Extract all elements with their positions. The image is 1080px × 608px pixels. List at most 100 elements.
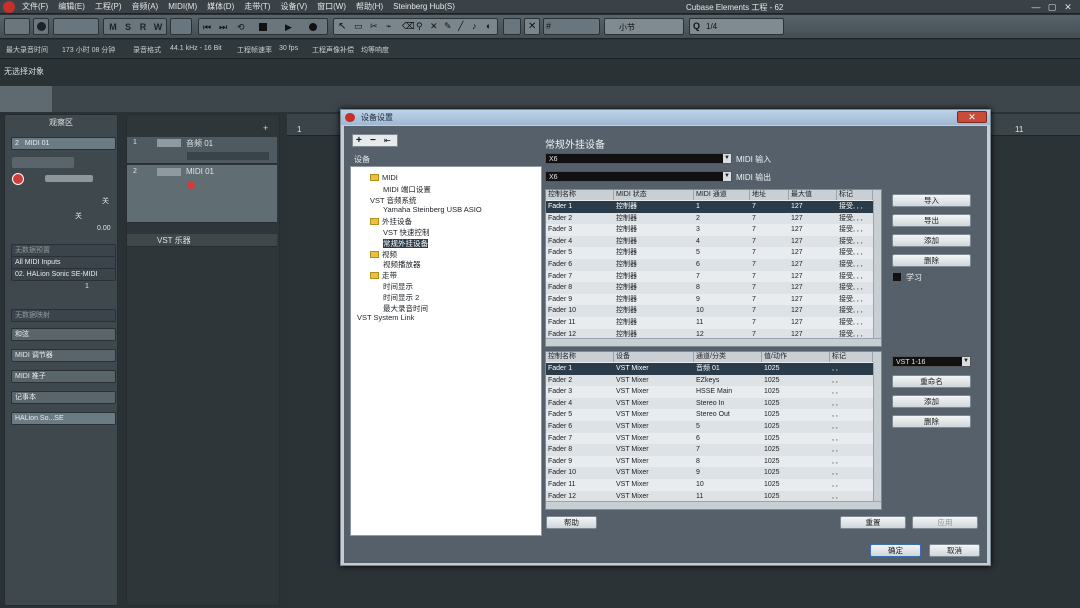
tree-item[interactable]: 走带: [370, 270, 397, 281]
learn-checkbox[interactable]: [893, 273, 901, 281]
menu-item[interactable]: 设备(V): [275, 0, 312, 14]
tree-item[interactable]: VST 快速控制: [383, 227, 430, 238]
mute-button[interactable]: M: [107, 19, 119, 36]
table-row[interactable]: Fader 7 VST Mixer 6 1025 , ,: [546, 433, 881, 445]
table-row[interactable]: Fader 3 VST Mixer HSSE Main 1025 , ,: [546, 386, 881, 398]
inspector-section[interactable]: 记事本: [11, 391, 116, 404]
export-button[interactable]: 导出: [892, 214, 971, 227]
automation-mode-button[interactable]: [170, 18, 192, 35]
table-row[interactable]: Fader 8 控制器 8 7 127 接受, , ,: [546, 282, 881, 294]
table-row[interactable]: Fader 9 控制器 9 7 127 接受, , ,: [546, 294, 881, 306]
max-record-time-value[interactable]: 173 小时 08 分钟: [62, 45, 115, 55]
midi-channel[interactable]: 1: [85, 283, 89, 290]
tree-item[interactable]: 时间显示: [383, 281, 413, 292]
track-name[interactable]: 音频 01: [186, 138, 213, 149]
table-row[interactable]: Fader 2 控制器 2 7 127 接受, , ,: [546, 212, 881, 225]
column-header[interactable]: 最大值: [789, 190, 837, 200]
inspector-section[interactable]: MIDI 推子: [11, 370, 116, 383]
column-header[interactable]: 控制名称: [546, 190, 614, 200]
cubase-logo-icon[interactable]: [3, 1, 15, 13]
table-row[interactable]: Fader 2 VST Mixer EZkeys 1025 , ,: [546, 374, 881, 387]
column-header[interactable]: MIDI 通道: [694, 190, 750, 200]
object-selection-icon[interactable]: ↖: [338, 21, 346, 32]
mute-tool-icon[interactable]: ✕: [430, 21, 438, 32]
table-row[interactable]: Fader 1 VST Mixer 音频 01 1025 , ,: [546, 363, 881, 375]
horizontal-scrollbar[interactable]: [546, 338, 881, 346]
ok-button[interactable]: 确定: [870, 544, 921, 557]
add-device-button[interactable]: +: [356, 135, 362, 146]
column-header[interactable]: 控制名称: [546, 352, 614, 362]
tree-item[interactable]: 视频播放器: [383, 259, 421, 270]
import-button[interactable]: 导入: [892, 194, 971, 207]
stop-icon[interactable]: [259, 23, 267, 31]
record-enable-icon[interactable]: [187, 181, 195, 189]
mute-solo-buttons[interactable]: [157, 139, 181, 147]
reset-button[interactable]: 重置: [840, 516, 906, 529]
forward-end-icon[interactable]: ⏭: [219, 22, 227, 33]
view-toggles[interactable]: [53, 18, 99, 35]
table-row[interactable]: Fader 4 控制器 4 7 127 接受, , ,: [546, 235, 881, 248]
menu-item[interactable]: 编辑(E): [53, 0, 90, 14]
play-tool-icon[interactable]: ♪: [472, 21, 477, 31]
inspector-section[interactable]: MIDI 调节器: [11, 349, 116, 362]
track-name[interactable]: MIDI 01: [186, 167, 214, 176]
delete-button[interactable]: 删除: [892, 254, 971, 267]
snap-type-select[interactable]: #: [543, 18, 600, 35]
column-header[interactable]: 值/动作: [762, 352, 830, 362]
rewind-start-icon[interactable]: ⏮: [203, 22, 211, 33]
value-readout[interactable]: 0.00: [97, 225, 111, 232]
folder-track-vst[interactable]: VST 乐器: [127, 234, 277, 247]
record-icon[interactable]: [309, 23, 317, 31]
menu-item[interactable]: 媒体(D): [202, 0, 239, 14]
remove-device-button[interactable]: −: [370, 135, 376, 146]
column-header[interactable]: 地址: [750, 190, 789, 200]
tree-item[interactable]: VST 音频系统: [370, 195, 417, 206]
erase-icon[interactable]: ⌫: [402, 21, 415, 32]
table-row[interactable]: Fader 11 VST Mixer 10 1025 , ,: [546, 479, 881, 491]
dialog-title-bar[interactable]: 设备设置 ✕: [341, 110, 990, 125]
instrument-row[interactable]: HALion So...SE: [11, 412, 116, 425]
midi-output-select[interactable]: 02. HALion Sonic SE-MIDI: [11, 268, 116, 281]
tree-item[interactable]: MIDI: [370, 173, 398, 182]
line-icon[interactable]: ╱: [458, 21, 463, 32]
table-row[interactable]: Fader 1 控制器 1 7 127 接受, , ,: [546, 201, 881, 213]
solo-button[interactable]: S: [122, 19, 134, 36]
column-header[interactable]: MIDI 状态: [614, 190, 694, 200]
table-row[interactable]: Fader 11 控制器 11 7 127 接受, , ,: [546, 317, 881, 329]
tree-item[interactable]: 视频: [370, 249, 397, 260]
table-row[interactable]: Fader 5 VST Mixer Stereo Out 1025 , ,: [546, 409, 881, 421]
help-button[interactable]: 帮助: [546, 516, 597, 529]
column-header[interactable]: 标记: [830, 352, 873, 362]
mute-solo-buttons[interactable]: [157, 168, 181, 176]
color-icon[interactable]: ◐: [486, 21, 491, 31]
cancel-button[interactable]: 取消: [929, 544, 980, 557]
pan-law-value[interactable]: 均等响度: [361, 45, 389, 55]
table-row[interactable]: Fader 9 VST Mixer 8 1025 , ,: [546, 456, 881, 468]
dialog-close-button[interactable]: ✕: [957, 111, 987, 123]
tree-item[interactable]: Yamaha Steinberg USB ASIO: [383, 205, 482, 214]
track-name-row[interactable]: 2 MIDI 01: [11, 137, 116, 150]
menu-item[interactable]: 文件(F): [17, 0, 53, 14]
table-row[interactable]: Fader 10 控制器 10 7 127 接受, , ,: [546, 305, 881, 317]
add-track-button[interactable]: +: [263, 123, 268, 133]
constrain-delay-button[interactable]: [33, 18, 49, 35]
snap-button[interactable]: ✕: [524, 18, 540, 35]
record-enable-icon[interactable]: [12, 173, 24, 185]
menu-item[interactable]: 窗口(W): [312, 0, 351, 14]
tree-item[interactable]: 常规外挂设备: [383, 238, 428, 249]
vertical-scrollbar[interactable]: [873, 362, 881, 501]
cycle-icon[interactable]: ⟲: [237, 22, 245, 33]
apply-button[interactable]: 应用: [912, 516, 978, 529]
split-icon[interactable]: ✂: [370, 21, 378, 32]
grid-type-select[interactable]: 小节: [604, 18, 684, 35]
table-row[interactable]: Fader 6 VST Mixer 5 1025 , ,: [546, 421, 881, 433]
read-button[interactable]: R: [137, 19, 149, 36]
menu-item[interactable]: 音频(A): [127, 0, 164, 14]
column-header[interactable]: 标记: [837, 190, 873, 200]
tree-item[interactable]: 时间显示 2: [383, 292, 419, 303]
column-header[interactable]: 设备: [614, 352, 694, 362]
close-icon[interactable]: ✕: [1060, 1, 1076, 13]
table-row[interactable]: Fader 7 控制器 7 7 127 接受, , ,: [546, 271, 881, 283]
menu-item[interactable]: 工程(P): [90, 0, 127, 14]
table-row[interactable]: Fader 3 控制器 3 7 127 接受, , ,: [546, 224, 881, 236]
